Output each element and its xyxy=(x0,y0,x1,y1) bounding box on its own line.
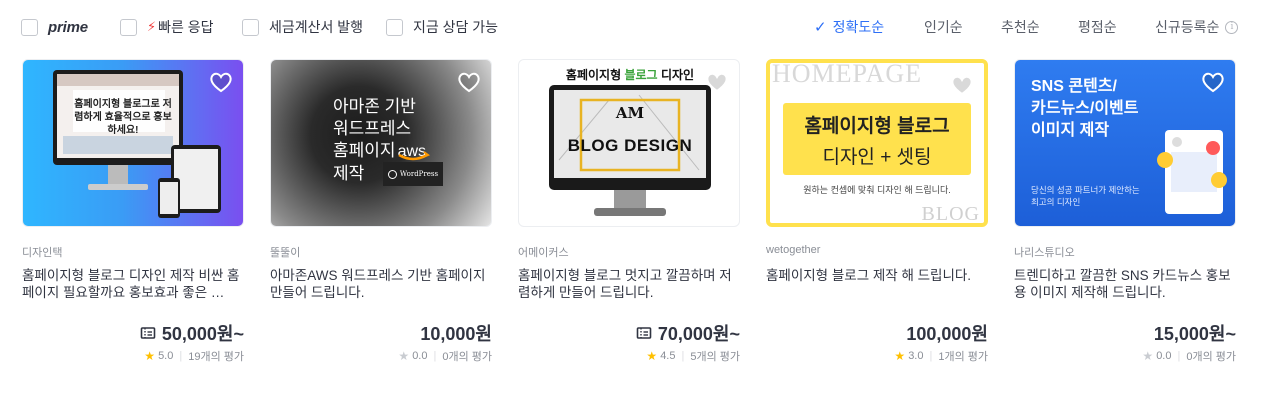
heart-icon[interactable] xyxy=(209,71,233,93)
screen-text: BLOG DESIGN xyxy=(567,136,693,155)
sort-recommended[interactable]: 추천순 xyxy=(1001,16,1040,38)
seller-name[interactable]: 어메이커스 xyxy=(518,244,569,260)
filter-label: 세금계산서 발행 xyxy=(269,19,364,35)
price-value: 100,000원 xyxy=(906,324,988,344)
seller-name[interactable]: wetogether xyxy=(766,244,820,256)
seller-name[interactable]: 나리스튜디오 xyxy=(1014,244,1075,260)
sort-label: 평점순 xyxy=(1078,19,1117,35)
service-title[interactable]: 홈페이지형 블로그 디자인 제작 비싼 홈페이지 필요할까요 홍보효과 좋은 … xyxy=(22,267,244,301)
price-value: 70,000원~ xyxy=(657,324,740,344)
heart-icon[interactable] xyxy=(950,74,974,96)
checkbox[interactable] xyxy=(120,18,137,36)
rating: ★ 0.0 | 0개의 평가 xyxy=(1142,348,1236,364)
price: 10,000원 xyxy=(420,320,492,346)
thumbnail-line: 홈페이지형 블로그 xyxy=(804,116,950,137)
thumbnail-subtitle: 원하는 컨셉에 맞춰 디자인 해 드립니다. xyxy=(803,185,951,195)
service-card[interactable]: 홈페이지형 블로그로 저렴하게 효율적으로 홍보하세요! 디자인택 홈페이지형 … xyxy=(22,59,244,379)
coupon-icon xyxy=(140,327,156,339)
star-icon: ★ xyxy=(398,349,410,363)
heart-icon[interactable] xyxy=(1201,71,1225,93)
heart-icon[interactable] xyxy=(705,71,729,93)
sort-label: 신규등록순 xyxy=(1155,19,1220,35)
heart-icon[interactable] xyxy=(457,71,481,93)
service-card[interactable]: SNS 콘텐츠/ 카드뉴스/이벤트 이미지 제작 당신의 성공 파트너가 제안하… xyxy=(1014,59,1236,379)
star-icon: ★ xyxy=(144,349,156,363)
review-count: 0개의 평가 xyxy=(442,351,492,363)
filter-prime[interactable]: prime xyxy=(21,16,88,38)
filter-tax-invoice[interactable]: 세금계산서 발행 xyxy=(242,16,363,38)
service-card[interactable]: 아마존 기반 워드프레스 홈페이지 aws 제작 WordPress 뚤뚤이 아마… xyxy=(270,59,492,379)
review-count: 0개의 평가 xyxy=(1186,351,1236,363)
price-value: 10,000원 xyxy=(420,324,492,344)
service-card[interactable]: 홈페이지형 블로그 디자인 AM BLOG DESIGN 어메이커스 홈페이지형… xyxy=(518,59,740,379)
thumbnail-line: 디자인 + 셋팅 xyxy=(822,147,932,168)
price: 15,000원~ xyxy=(1154,320,1236,346)
thumbnail-image: HOMEPAGE 홈페이지형 블로그 디자인 + 셋팅 원하는 컨셉에 맞춰 디… xyxy=(766,59,988,227)
price: 100,000원 xyxy=(906,320,988,346)
checkmark-icon: ✓ xyxy=(814,19,827,36)
thumbnail-text: 홈페이지형 블로그로 저렴하게 효율적으로 홍보하세요! xyxy=(74,99,172,136)
thumbnail-image: SNS 콘텐츠/ 카드뉴스/이벤트 이미지 제작 당신의 성공 파트너가 제안하… xyxy=(1014,59,1236,227)
service-title[interactable]: 트렌디하고 깔끔한 SNS 카드뉴스 홍보용 이미지 제작해 드립니다. xyxy=(1014,267,1236,301)
rating: ★ 0.0 | 0개의 평가 xyxy=(398,348,492,364)
filter-label: prime xyxy=(48,18,88,36)
rating-score: 5.0 xyxy=(158,350,174,362)
price-value: 15,000원~ xyxy=(1153,324,1236,344)
sort-label: 추천순 xyxy=(1001,19,1040,35)
service-title[interactable]: 홈페이지형 블로그 제작 해 드립니다. xyxy=(766,267,988,301)
rating-score: 4.5 xyxy=(660,350,676,362)
sort-label: 인기순 xyxy=(924,19,963,35)
filter-label: 빠른 응답 xyxy=(158,19,214,35)
divider: | xyxy=(179,350,183,362)
coupon-icon xyxy=(636,327,652,339)
divider: | xyxy=(929,350,933,362)
divider: | xyxy=(1177,350,1181,362)
am-logo: AM xyxy=(615,104,645,122)
filter-consult-now[interactable]: 지금 상담 가능 xyxy=(386,16,498,38)
rating: ★ 3.0 | 1개의 평가 xyxy=(894,348,988,364)
divider: | xyxy=(681,350,685,362)
rating-score: 0.0 xyxy=(1156,350,1172,362)
thumbnail-image: 홈페이지형 블로그 디자인 AM BLOG DESIGN xyxy=(518,59,740,227)
sort-rating[interactable]: 평점순 xyxy=(1078,16,1117,38)
star-icon: ★ xyxy=(894,349,906,363)
thumbnail-watermark: HOMEPAGE xyxy=(772,59,923,88)
info-icon[interactable]: i xyxy=(1225,20,1239,34)
service-title[interactable]: 아마존AWS 워드프레스 기반 홈페이지 만들어 드립니다. xyxy=(270,267,492,301)
price: 70,000원~ xyxy=(636,320,740,346)
filter-label: 지금 상담 가능 xyxy=(413,19,499,35)
service-card[interactable]: HOMEPAGE 홈페이지형 블로그 디자인 + 셋팅 원하는 컨셉에 맞춰 디… xyxy=(766,59,988,379)
wordpress-icon xyxy=(387,169,397,179)
filter-fast-response[interactable]: ⚡ 빠른 응답 xyxy=(120,16,214,38)
star-icon: ★ xyxy=(646,349,658,363)
wordpress-logo: WordPress xyxy=(383,162,443,186)
filter-bar: prime ⚡ 빠른 응답 세금계산서 발행 지금 상담 가능 ✓ 정확도순 인… xyxy=(0,0,1280,55)
rating: ★ 5.0 | 19개의 평가 xyxy=(144,348,244,364)
sort-popular[interactable]: 인기순 xyxy=(924,16,963,38)
star-icon: ★ xyxy=(1142,349,1154,363)
price: 50,000원~ xyxy=(140,320,244,346)
price-value: 50,000원~ xyxy=(161,324,244,344)
service-title[interactable]: 홈페이지형 블로그 멋지고 깔끔하며 저렴하게 만들어 드립니다. xyxy=(518,267,740,301)
rating-score: 3.0 xyxy=(908,350,924,362)
divider: | xyxy=(433,350,437,362)
sort-newest[interactable]: 신규등록순 i xyxy=(1155,16,1239,38)
seller-name[interactable]: 뚤뚤이 xyxy=(270,244,300,260)
sort-label: 정확도순 xyxy=(832,19,885,35)
checkbox[interactable] xyxy=(386,18,403,36)
review-count: 5개의 평가 xyxy=(690,351,740,363)
checkbox[interactable] xyxy=(21,18,38,36)
thumbnail-image: 아마존 기반 워드프레스 홈페이지 aws 제작 WordPress xyxy=(270,59,492,227)
review-count: 1개의 평가 xyxy=(938,351,988,363)
checkbox[interactable] xyxy=(242,18,259,36)
thumbnail-watermark: BLOG xyxy=(921,203,980,225)
sort-accuracy[interactable]: ✓ 정확도순 xyxy=(814,16,884,38)
seller-name[interactable]: 디자인택 xyxy=(22,244,62,260)
rating: ★ 4.5 | 5개의 평가 xyxy=(646,348,740,364)
wordpress-label: WordPress xyxy=(399,170,439,178)
rating-score: 0.0 xyxy=(412,350,428,362)
lightning-icon: ⚡ xyxy=(147,19,157,34)
thumbnail-image: 홈페이지형 블로그로 저렴하게 효율적으로 홍보하세요! xyxy=(22,59,244,227)
review-count: 19개의 평가 xyxy=(188,351,244,363)
